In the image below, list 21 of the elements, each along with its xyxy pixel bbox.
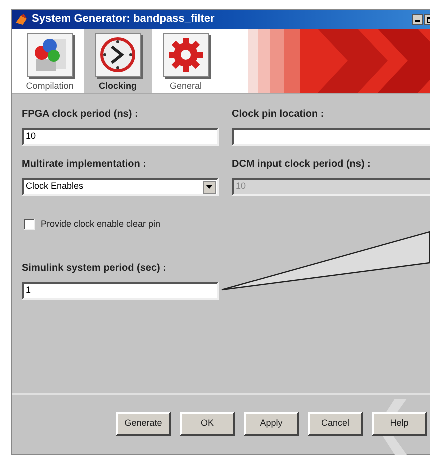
field-label: FPGA clock period (ns) : bbox=[22, 108, 140, 122]
dialog-button[interactable]: Generate bbox=[116, 412, 171, 436]
field-label: Simulink system period (sec) : bbox=[22, 262, 168, 276]
field-label: Multirate implementation : bbox=[22, 158, 148, 172]
window-title: System Generator: bandpass_filter bbox=[32, 12, 216, 28]
field-label: DCM input clock period (ns) : bbox=[232, 158, 372, 172]
checkbox-option[interactable]: Provide clock enable clear pin bbox=[24, 218, 430, 232]
dialog-button[interactable]: Apply bbox=[244, 412, 299, 436]
text-field[interactable] bbox=[232, 128, 430, 146]
minimize-button[interactable] bbox=[412, 14, 423, 25]
tab[interactable]: Clocking bbox=[84, 29, 152, 93]
clock-icon bbox=[98, 34, 138, 75]
dropdown[interactable]: Clock Enables bbox=[22, 178, 219, 196]
checkbox[interactable] bbox=[24, 219, 35, 230]
field-label: Clock pin location : bbox=[232, 108, 326, 122]
dialog-button[interactable]: OK bbox=[180, 412, 235, 436]
dialog-button[interactable]: Help bbox=[372, 412, 427, 436]
app-logo-icon bbox=[15, 13, 28, 26]
dialog-button[interactable]: Cancel bbox=[308, 412, 363, 436]
text-field[interactable]: 10 bbox=[22, 128, 219, 146]
text-field[interactable]: 1 bbox=[22, 282, 219, 300]
